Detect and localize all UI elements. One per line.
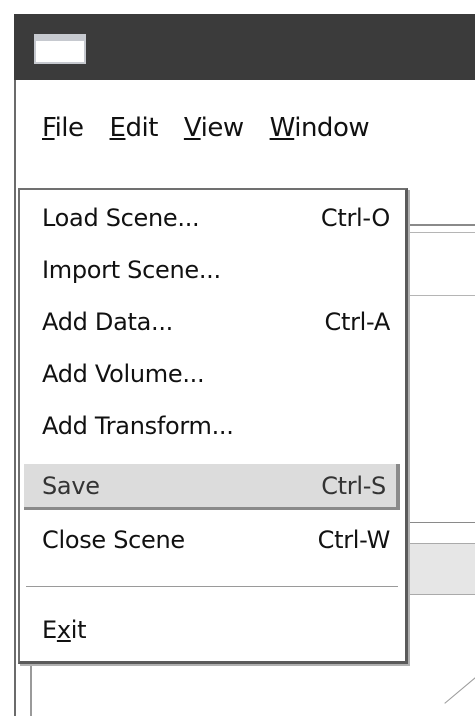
menu-item-shortcut: Ctrl-W bbox=[317, 526, 391, 554]
menu-item-add-volume[interactable]: Add Volume... bbox=[24, 354, 400, 394]
menu-item-add-transform[interactable]: Add Transform... bbox=[24, 406, 400, 446]
menu-item-label: Add Transform... bbox=[42, 412, 234, 440]
menu-item-import-scene[interactable]: Import Scene... bbox=[24, 250, 400, 290]
menu-item-label: Import Scene... bbox=[42, 256, 221, 284]
menu-view[interactable]: View bbox=[184, 113, 244, 143]
menu-bar: File Edit View Window bbox=[16, 98, 370, 158]
menu-item-add-data[interactable]: Add Data... Ctrl-A bbox=[24, 302, 400, 342]
title-bar[interactable] bbox=[14, 14, 475, 80]
menu-item-label: Load Scene... bbox=[42, 204, 200, 232]
menu-item-save[interactable]: Save Ctrl-S bbox=[24, 464, 400, 510]
menu-item-shortcut: Ctrl-S bbox=[321, 471, 386, 500]
background-panel-header bbox=[404, 543, 475, 595]
menu-separator bbox=[26, 586, 398, 588]
menu-item-close-scene[interactable]: Close Scene Ctrl-W bbox=[24, 520, 400, 560]
menu-item-label: Close Scene bbox=[42, 526, 185, 554]
menu-window[interactable]: Window bbox=[270, 113, 370, 143]
menu-item-exit[interactable]: Exit bbox=[24, 610, 400, 650]
file-menu-dropdown: Load Scene... Ctrl-O Import Scene... Add… bbox=[18, 188, 408, 664]
menu-item-label: Exit bbox=[42, 616, 87, 644]
menu-item-shortcut: Ctrl-A bbox=[324, 308, 391, 336]
window-icon[interactable] bbox=[34, 34, 86, 64]
background-divider bbox=[404, 522, 475, 523]
menu-item-load-scene[interactable]: Load Scene... Ctrl-O bbox=[24, 198, 400, 238]
menu-file[interactable]: File bbox=[42, 113, 84, 143]
menu-item-label: Add Volume... bbox=[42, 360, 205, 388]
menu-item-label: Save bbox=[42, 471, 100, 500]
menu-item-shortcut: Ctrl-O bbox=[320, 204, 390, 232]
menu-item-label: Add Data... bbox=[42, 308, 173, 336]
app-screen: File Edit View Window Load Scene... Ctrl… bbox=[0, 0, 475, 716]
menu-edit[interactable]: Edit bbox=[110, 113, 159, 143]
